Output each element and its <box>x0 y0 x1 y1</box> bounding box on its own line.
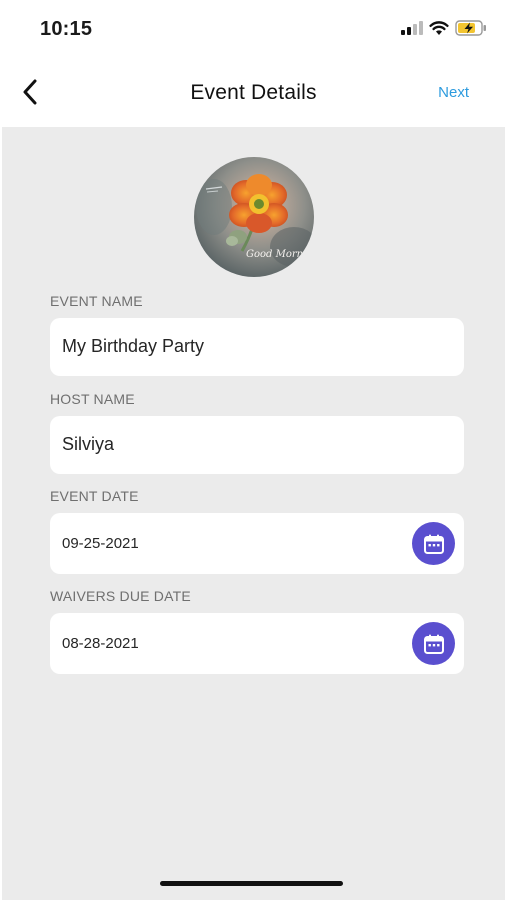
host-name-field[interactable]: Silviya <box>50 416 464 474</box>
battery-charging-icon <box>455 20 486 36</box>
event-name-label: EVENT NAME <box>50 293 143 309</box>
image-overlay-text: Good Morning <box>246 249 314 260</box>
nav-bar: Event Details Next <box>0 60 507 126</box>
waivers-due-date-field[interactable]: 08-28-2021 <box>50 613 464 674</box>
home-indicator[interactable] <box>160 881 343 886</box>
event-date-calendar-button[interactable] <box>412 522 455 565</box>
cellular-signal-icon <box>401 21 423 35</box>
event-form: Good Morning EVENT NAME My Birthday Part… <box>2 127 505 900</box>
event-date-value: 09-25-2021 <box>62 535 139 552</box>
event-image[interactable]: Good Morning <box>194 157 314 277</box>
status-bar: 10:15 <box>0 0 507 60</box>
waivers-due-date-value: 08-28-2021 <box>62 635 139 652</box>
wifi-icon <box>429 20 449 35</box>
waivers-due-date-calendar-button[interactable] <box>412 622 455 665</box>
event-date-field[interactable]: 09-25-2021 <box>50 513 464 574</box>
calendar-icon <box>423 634 444 654</box>
waivers-due-date-label: WAIVERS DUE DATE <box>50 588 191 604</box>
status-icons <box>401 20 487 36</box>
host-name-value: Silviya <box>62 434 115 454</box>
host-name-label: HOST NAME <box>50 391 135 407</box>
event-date-label: EVENT DATE <box>50 488 139 504</box>
event-name-field[interactable]: My Birthday Party <box>50 318 464 376</box>
page-title: Event Details <box>190 81 317 104</box>
flower-image: Good Morning <box>194 157 314 277</box>
status-time: 10:15 <box>40 18 93 40</box>
next-button[interactable]: Next <box>438 84 469 101</box>
calendar-icon <box>423 534 444 554</box>
event-name-value: My Birthday Party <box>62 336 205 356</box>
